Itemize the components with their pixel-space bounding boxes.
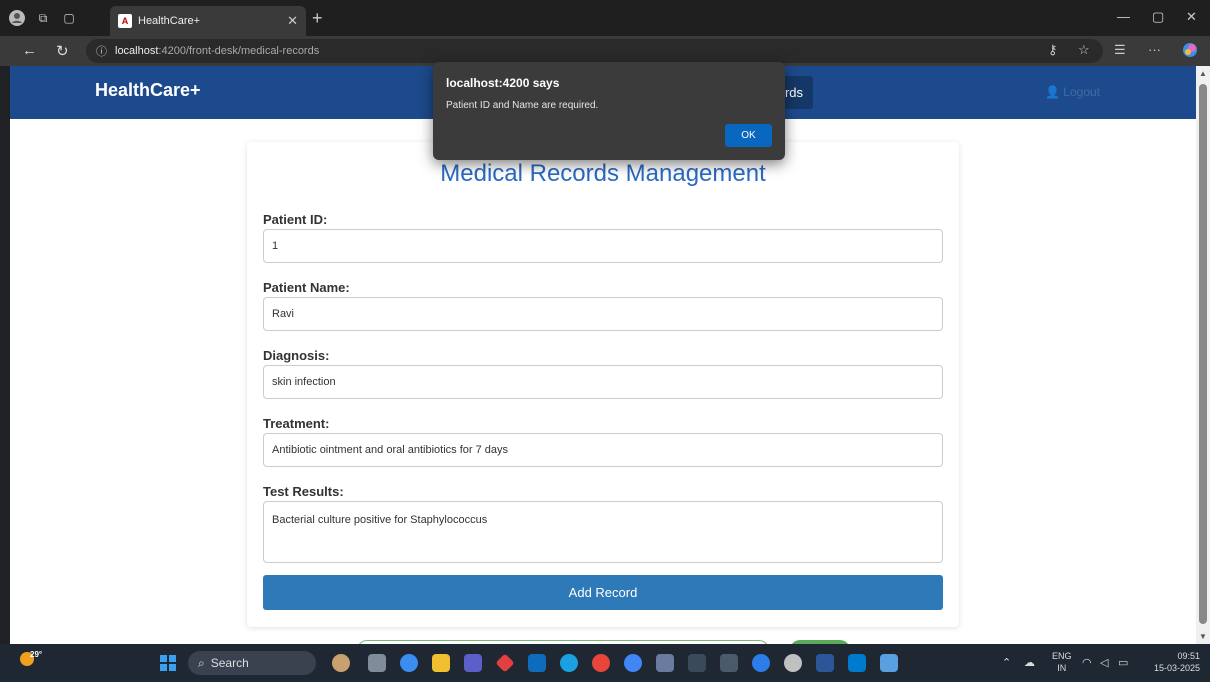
- terminal-icon[interactable]: [688, 654, 706, 672]
- password-key-icon[interactable]: ⚷: [1048, 42, 1058, 58]
- diagnosis-value: skin infection: [272, 376, 336, 388]
- patient-id-value: 1: [272, 240, 279, 252]
- browser-tab[interactable]: A HealthCare+ ✕: [110, 6, 306, 36]
- close-tab-icon[interactable]: ✕: [287, 13, 298, 29]
- patient-name-input[interactable]: Ravi: [263, 297, 943, 331]
- close-window-icon[interactable]: ✕: [1186, 9, 1197, 25]
- refresh-icon[interactable]: ↻: [56, 42, 69, 60]
- test-results-label: Test Results:: [263, 484, 344, 499]
- volume-icon[interactable]: ◁: [1100, 656, 1108, 669]
- alert-dialog: localhost:4200 says Patient ID and Name …: [433, 62, 785, 160]
- lang-line1: ENG: [1052, 651, 1072, 661]
- temperature: 29°: [30, 650, 43, 659]
- brand-logo[interactable]: HealthCare+: [95, 80, 201, 101]
- clock[interactable]: 09:51 15-03-2025: [1144, 650, 1200, 674]
- vscode-icon[interactable]: [848, 654, 866, 672]
- start-icon[interactable]: [160, 655, 176, 671]
- dialog-message: Patient ID and Name are required.: [446, 100, 599, 111]
- date: 15-03-2025: [1153, 663, 1200, 673]
- minimize-icon[interactable]: —: [1117, 9, 1130, 24]
- url-field[interactable]: ⓘ localhost :4200/front-desk/medical-rec…: [86, 39, 1103, 63]
- tab-actions-icon[interactable]: ▢: [60, 9, 78, 27]
- restore-icon[interactable]: ▢: [1152, 9, 1164, 25]
- weather-widget[interactable]: 29°: [20, 650, 48, 674]
- wifi-icon[interactable]: ◠: [1082, 656, 1092, 669]
- search-icon: ⌕: [198, 655, 205, 670]
- outlook-icon[interactable]: [528, 654, 546, 672]
- patient-name-value: Ravi: [272, 308, 295, 320]
- user-icon: 👤: [1045, 85, 1060, 99]
- page-scrollbar[interactable]: ▲ ▼: [1196, 66, 1210, 644]
- favicon-icon: A: [118, 14, 132, 28]
- site-info-icon[interactable]: ⓘ: [96, 43, 107, 59]
- copilot-icon[interactable]: [1182, 42, 1198, 61]
- task-view-icon[interactable]: [368, 654, 386, 672]
- powershell-icon[interactable]: [720, 654, 738, 672]
- show-hidden-icons[interactable]: ⌃: [1002, 656, 1011, 669]
- scroll-down-icon[interactable]: ▼: [1199, 632, 1207, 641]
- logout-link[interactable]: 👤 Logout: [1045, 85, 1100, 99]
- browser-tab-bar: ⧉ ▢ A HealthCare+ ✕ + — ▢ ✕: [0, 0, 1210, 36]
- test-results-value: Bacterial culture positive for Staphyloc…: [272, 514, 488, 526]
- page-title: Medical Records Management: [440, 160, 766, 187]
- tab-title: HealthCare+: [138, 15, 201, 27]
- scrollbar-thumb[interactable]: [1199, 84, 1207, 624]
- test-results-textarea[interactable]: Bacterial culture positive for Staphyloc…: [263, 501, 943, 563]
- language-indicator[interactable]: ENG IN: [1052, 650, 1072, 674]
- favorites-icon[interactable]: ☰: [1114, 42, 1126, 58]
- treatment-label: Treatment:: [263, 416, 330, 431]
- onedrive-icon[interactable]: ☁: [1024, 656, 1035, 669]
- patient-id-input[interactable]: 1: [263, 229, 943, 263]
- patient-id-label: Patient ID:: [263, 212, 328, 227]
- treatment-value: Antibiotic ointment and oral antibiotics…: [272, 444, 509, 456]
- search-label: Search: [210, 656, 249, 670]
- more-menu-icon[interactable]: ···: [1148, 42, 1161, 57]
- dialog-ok-button[interactable]: OK: [725, 124, 772, 147]
- copilot-app-icon[interactable]: [400, 654, 418, 672]
- favorite-star-icon[interactable]: ☆: [1078, 42, 1090, 58]
- windows-taskbar: 29° ⌕ Search ⌃ ☁ ENG IN ◠ ◁ ▭ 09:51 15-0…: [0, 644, 1210, 682]
- settings-icon[interactable]: [784, 654, 802, 672]
- avatar-app-icon[interactable]: [332, 654, 350, 672]
- scroll-up-icon[interactable]: ▲: [1199, 69, 1207, 78]
- dialog-title: localhost:4200 says: [446, 76, 560, 90]
- patient-name-label: Patient Name:: [263, 280, 350, 295]
- word-icon[interactable]: [816, 654, 834, 672]
- photos-icon[interactable]: [880, 654, 898, 672]
- diagnosis-input[interactable]: skin infection: [263, 365, 943, 399]
- chrome-profile-icon[interactable]: [624, 654, 642, 672]
- back-icon[interactable]: ←: [22, 42, 37, 59]
- battery-icon[interactable]: ▭: [1118, 656, 1128, 669]
- edge-icon[interactable]: [560, 654, 578, 672]
- snipping-tool-icon[interactable]: [656, 654, 674, 672]
- url-host: localhost: [115, 45, 159, 57]
- time: 09:51: [1177, 651, 1200, 661]
- url-path: :4200/front-desk/medical-records: [158, 45, 320, 57]
- new-tab-icon[interactable]: +: [312, 8, 323, 29]
- git-icon[interactable]: [495, 653, 515, 673]
- diagnosis-label: Diagnosis:: [263, 348, 330, 363]
- taskbar-search[interactable]: ⌕ Search: [188, 651, 316, 675]
- teams-icon[interactable]: [464, 654, 482, 672]
- profile-icon[interactable]: [8, 9, 26, 27]
- chrome-icon[interactable]: [592, 654, 610, 672]
- logout-label: Logout: [1063, 85, 1100, 99]
- add-record-button[interactable]: Add Record: [263, 575, 943, 610]
- medical-records-card: Medical Records Management Patient ID: 1…: [247, 142, 959, 627]
- workspaces-icon[interactable]: ⧉: [34, 9, 52, 27]
- lang-line2: IN: [1057, 663, 1067, 673]
- treatment-input[interactable]: Antibiotic ointment and oral antibiotics…: [263, 433, 943, 467]
- github-desktop-icon[interactable]: [752, 654, 770, 672]
- file-explorer-icon[interactable]: [432, 654, 450, 672]
